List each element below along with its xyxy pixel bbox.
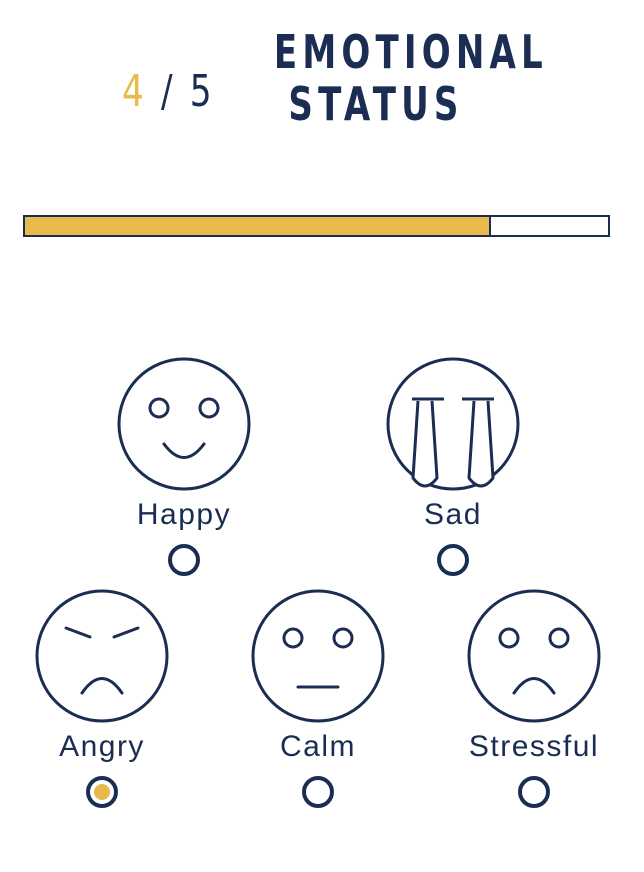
option-label-stressful: Stressful bbox=[468, 730, 600, 763]
option-calm[interactable]: Calm bbox=[238, 588, 398, 828]
progress-bar bbox=[23, 215, 610, 237]
option-label-angry: Angry bbox=[59, 730, 145, 763]
step-separator: / bbox=[161, 66, 176, 117]
happy-face-icon bbox=[117, 357, 251, 491]
angry-face-icon bbox=[35, 589, 169, 723]
stressful-face-icon bbox=[467, 589, 601, 723]
step-current: 4 bbox=[122, 66, 147, 117]
sad-crying-face-icon bbox=[386, 357, 520, 491]
option-label-sad: Sad bbox=[424, 498, 482, 531]
option-angry[interactable]: Angry bbox=[22, 588, 182, 828]
page-title-line-1: EMOTIONAL bbox=[273, 25, 548, 79]
progress-bar-fill bbox=[25, 217, 492, 235]
step-total: 5 bbox=[189, 66, 215, 117]
radio-sad[interactable] bbox=[437, 544, 469, 576]
calm-face-icon bbox=[251, 589, 385, 723]
option-sad[interactable]: Sad bbox=[373, 356, 533, 596]
page-title-line-2: STATUS bbox=[288, 77, 464, 131]
radio-calm[interactable] bbox=[302, 776, 334, 808]
radio-angry[interactable] bbox=[86, 776, 118, 808]
radio-dot bbox=[94, 784, 110, 800]
option-stressful[interactable]: Stressful bbox=[454, 588, 614, 828]
radio-stressful[interactable] bbox=[518, 776, 550, 808]
option-label-happy: Happy bbox=[136, 498, 232, 531]
step-counter: 4 / 5 bbox=[122, 62, 215, 122]
option-happy[interactable]: Happy bbox=[104, 356, 264, 596]
header: 4 / 5 EMOTIONAL STATUS bbox=[0, 0, 644, 180]
option-label-calm: Calm bbox=[279, 730, 356, 763]
radio-happy[interactable] bbox=[168, 544, 200, 576]
page-title: EMOTIONAL STATUS bbox=[273, 25, 548, 131]
